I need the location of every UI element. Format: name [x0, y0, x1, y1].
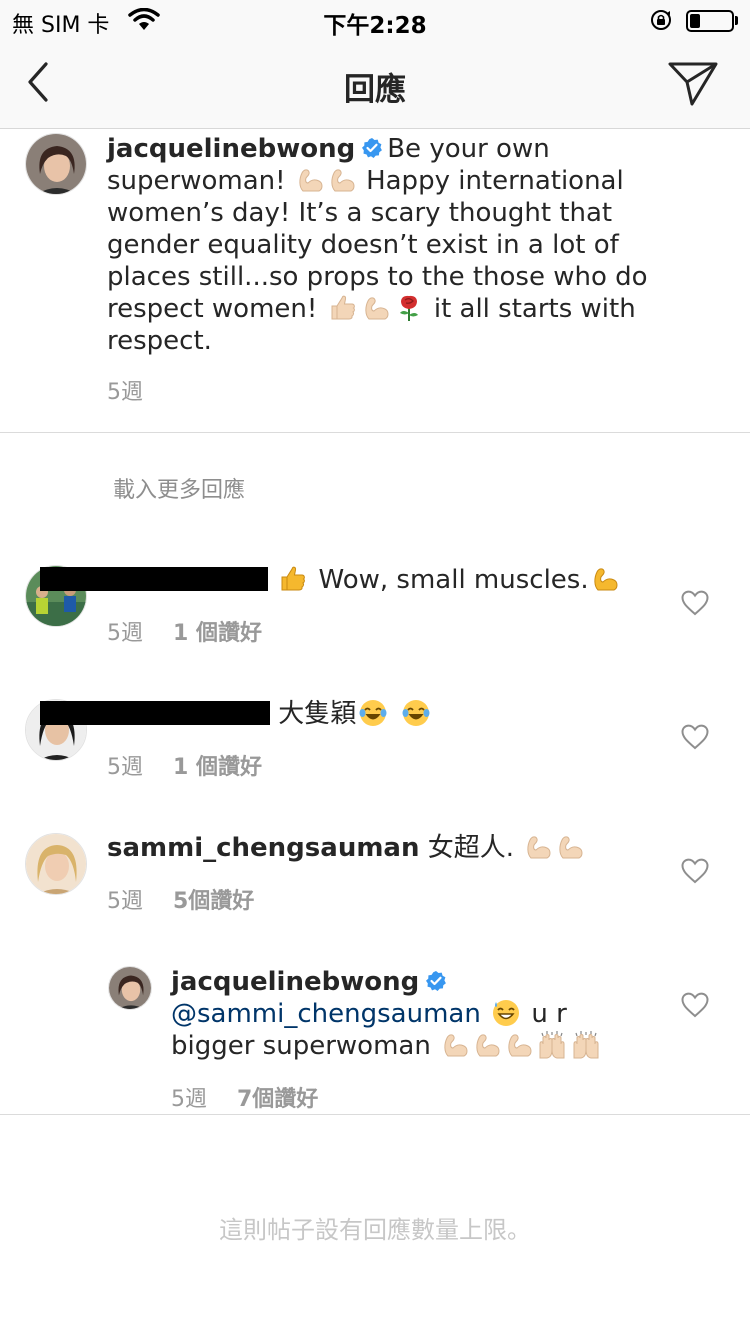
battery-tip [735, 16, 738, 25]
comment-meta: 5週 5個讚好 [107, 883, 254, 915]
divider [0, 432, 750, 433]
thumbs-up-icon [281, 566, 306, 591]
comment-time: 5週 [107, 755, 143, 780]
heart-icon[interactable] [681, 992, 709, 1018]
face-with-tears-of-joy-icon [358, 699, 388, 727]
avatar[interactable] [108, 966, 152, 1010]
page-title: 回應 [344, 72, 406, 108]
raising-hands-icon [573, 1030, 599, 1059]
flexed-biceps-icon [508, 1034, 532, 1057]
caption-username[interactable]: jacquelinebwong [107, 134, 355, 164]
flexed-biceps-icon [527, 836, 551, 859]
rose-icon [398, 294, 419, 322]
reply-body-part-1: u r [531, 999, 567, 1029]
grinning-sweat-face-icon [492, 999, 520, 1027]
avatar[interactable] [25, 133, 87, 195]
comment-text: 大隻穎 [40, 698, 433, 730]
heart-icon[interactable] [681, 724, 709, 750]
comment-meta: 5週 1 個讚好 [107, 749, 262, 781]
battery-level [690, 14, 700, 28]
comment-meta: 5週 1 個讚好 [107, 615, 262, 647]
load-more-button[interactable]: 載入更多回應 [113, 472, 245, 504]
clock: 下午2:28 [323, 13, 427, 39]
flexed-biceps-icon [331, 169, 355, 192]
comment-limit-notice: 這則帖子設有回應數量上限。 [219, 1216, 531, 1244]
flexed-biceps-icon [559, 836, 583, 859]
comment-likes[interactable]: 5個讚好 [173, 889, 254, 914]
face-with-tears-of-joy-icon [401, 699, 430, 727]
nav-bar: 回應 [0, 40, 750, 129]
avatar[interactable] [25, 833, 87, 895]
flexed-biceps-icon [364, 297, 389, 320]
comment-likes[interactable]: 1 個讚好 [173, 755, 262, 780]
comment-body: 大隻穎 [278, 699, 357, 729]
comment-likes[interactable]: 1 個讚好 [173, 621, 262, 646]
battery-icon [686, 10, 734, 32]
flexed-biceps-icon [593, 568, 618, 591]
comment-username[interactable]: sammi_chengsauman [107, 833, 419, 863]
redacted-username [40, 567, 268, 591]
raising-hands-icon [539, 1030, 565, 1059]
reply-meta: 5週 7個讚好 [171, 1081, 318, 1113]
status-bar: 無 SIM 卡 下午2:28 [0, 0, 750, 40]
verified-badge-icon [425, 970, 448, 992]
redacted-username [40, 701, 270, 725]
rotation-lock-icon [651, 10, 671, 30]
thumbs-up-icon [331, 295, 355, 320]
caption-text: jacquelinebwong Be your own superwoman! H… [107, 133, 667, 357]
comment-text: sammi_chengsauman 女超人. [107, 832, 586, 864]
heart-icon[interactable] [681, 858, 709, 884]
reply-username[interactable]: jacquelinebwong [171, 967, 419, 997]
reply-text: jacquelinebwong @sammi_chengsauman u r b… [171, 966, 651, 1062]
paper-plane-icon[interactable] [666, 58, 720, 108]
comment-text: Wow, small muscles. [40, 564, 621, 596]
reply-likes[interactable]: 7個讚好 [237, 1087, 318, 1112]
heart-icon[interactable] [681, 590, 709, 616]
reply-body-part-2: bigger superwoman [171, 1031, 431, 1061]
comment-time: 5週 [107, 889, 143, 914]
reply-time: 5週 [171, 1087, 207, 1112]
comment-body: 女超人. [427, 833, 515, 863]
flexed-biceps-icon [476, 1034, 500, 1057]
caption-time: 5週 [107, 380, 143, 405]
comment-body: Wow, small muscles. [318, 565, 589, 595]
reply-mention-link[interactable]: @sammi_chengsauman [171, 999, 481, 1029]
flexed-biceps-icon [444, 1034, 468, 1057]
verified-badge-icon [361, 137, 384, 159]
caption-meta: 5週 [107, 374, 143, 406]
divider [0, 1114, 750, 1115]
flexed-biceps-icon [299, 169, 323, 192]
comment-time: 5週 [107, 621, 143, 646]
